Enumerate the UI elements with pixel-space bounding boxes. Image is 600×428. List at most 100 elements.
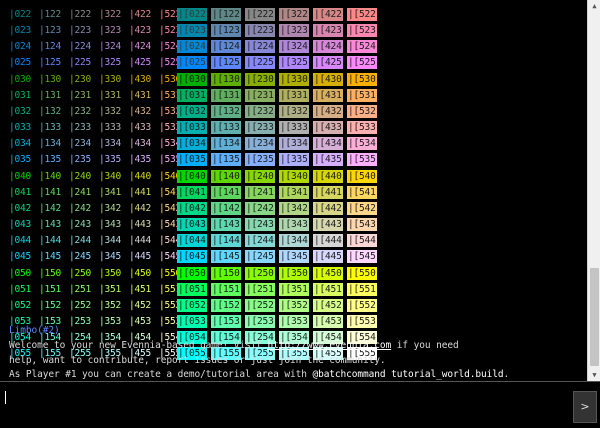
bg-color-sample: |[343 (279, 218, 309, 232)
bg-color-sample: |[225 (245, 56, 275, 70)
fg-color-sample: |033 (9, 122, 32, 134)
bg-color-sample: |[530 (347, 72, 377, 86)
bg-color-sample: |[042 (177, 201, 207, 215)
fg-color-sample: |435 (129, 154, 152, 166)
fg-color-sample: |332 (99, 105, 122, 117)
command-input[interactable] (3, 387, 574, 423)
fg-color-sample: |030 (9, 73, 32, 85)
bg-color-sample: |[133 (211, 121, 241, 135)
bg-color-sample: |[350 (279, 266, 309, 280)
bg-color-sample: |[335 (279, 153, 309, 167)
fg-color-sample: |451 (129, 283, 152, 295)
bg-color-sample: |[442 (313, 201, 343, 215)
fg-color-sample: |024 (9, 41, 32, 53)
bg-color-sample: |[443 (313, 218, 343, 232)
bg-color-sample: |[344 (279, 234, 309, 248)
bg-color-sample: |[235 (245, 153, 275, 167)
fg-color-sample: |123 (39, 25, 62, 37)
fg-color-sample: |430 (129, 73, 152, 85)
fg-color-sample: |141 (39, 186, 62, 198)
bg-color-sample: |[051 (177, 282, 207, 296)
fg-color-sample: |131 (39, 89, 62, 101)
fg-color-sample: |352 (99, 299, 122, 311)
bg-color-sample: |[245 (245, 250, 275, 264)
bg-color-sample: |[040 (177, 169, 207, 183)
bg-color-sample: |[124 (211, 40, 241, 54)
terminal-output: |022 |122 |222 |322 |422 |522 |[022 |[122 |[222 |… (0, 0, 586, 381)
fg-color-sample: |244 (69, 235, 92, 247)
bg-color-sample: |[340 (279, 169, 309, 183)
bg-color-sample: |[435 (313, 153, 343, 167)
scroll-up-icon[interactable]: ▲ (588, 0, 600, 12)
fg-color-sample: |351 (99, 283, 122, 295)
fg-color-sample: |052 (9, 299, 32, 311)
scroll-down-icon[interactable]: ▼ (588, 369, 600, 381)
fg-color-sample: |251 (69, 283, 92, 295)
fg-color-sample: |140 (39, 170, 62, 182)
fg-color-sample: |243 (69, 219, 92, 231)
fg-color-sample: |340 (99, 170, 122, 182)
fg-color-sample: |222 (69, 9, 92, 20)
fg-color-sample: |324 (99, 41, 122, 53)
bg-color-sample: |[450 (313, 266, 343, 280)
fg-color-sample: |023 (9, 25, 32, 37)
evennia-link[interactable]: http://www.evennia.com (268, 340, 392, 351)
bg-color-sample: |[244 (245, 234, 275, 248)
fg-color-sample: |235 (69, 154, 92, 166)
welcome-text-tail: if you need (391, 340, 459, 351)
fg-color-sample: |453 (129, 315, 152, 327)
bg-color-sample: |[523 (347, 24, 377, 38)
bg-color-sample: |[434 (313, 137, 343, 151)
fg-color-sample: |333 (99, 122, 122, 134)
fg-color-sample: |152 (39, 299, 62, 311)
send-button[interactable]: > (573, 391, 597, 423)
output-scrollbar[interactable]: ▲ ▼ (587, 0, 600, 381)
fg-color-sample: |231 (69, 89, 92, 101)
bg-color-sample: |[545 (347, 250, 377, 264)
bg-color-sample: |[030 (177, 72, 207, 86)
bg-color-sample: |[432 (313, 104, 343, 118)
bg-color-sample: |[550 (347, 266, 377, 280)
bg-color-sample: |[045 (177, 250, 207, 264)
fg-color-sample: |252 (69, 299, 92, 311)
bg-color-sample: |[142 (211, 201, 241, 215)
fg-color-sample: |124 (39, 41, 62, 53)
fg-color-sample: |142 (39, 202, 62, 214)
bg-color-sample: |[553 (347, 314, 377, 328)
bg-color-sample: |[135 (211, 153, 241, 167)
fg-color-sample: |223 (69, 25, 92, 37)
bg-color-sample: |[150 (211, 266, 241, 280)
fg-color-sample: |330 (99, 73, 122, 85)
bg-color-sample: |[050 (177, 266, 207, 280)
bg-color-sample: |[141 (211, 185, 241, 199)
bg-color-sample: |[224 (245, 40, 275, 54)
bg-color-sample: |[251 (245, 282, 275, 296)
bg-color-sample: |[342 (279, 201, 309, 215)
fg-color-sample: |331 (99, 89, 122, 101)
bg-color-sample: |[424 (313, 40, 343, 54)
bg-color-sample: |[531 (347, 88, 377, 102)
fg-color-sample: |043 (9, 219, 32, 231)
fg-color-sample: |144 (39, 235, 62, 247)
bg-color-sample: |[233 (245, 121, 275, 135)
bg-color-sample: |[131 (211, 88, 241, 102)
bg-color-sample: |[334 (279, 137, 309, 151)
scrollbar-thumb[interactable] (590, 268, 599, 366)
bg-color-sample: |[444 (313, 234, 343, 248)
fg-color-sample: |424 (129, 41, 152, 53)
fg-color-sample: |240 (69, 170, 92, 182)
bg-color-sample: |[522 (347, 8, 377, 21)
fg-color-sample: |232 (69, 105, 92, 117)
bg-color-sample: |[240 (245, 169, 275, 183)
bg-color-sample: |[542 (347, 201, 377, 215)
fg-color-sample: |345 (99, 251, 122, 263)
bg-color-sample: |[425 (313, 56, 343, 70)
fg-color-sample: |233 (69, 122, 92, 134)
bg-color-sample: |[053 (177, 314, 207, 328)
fg-color-sample: |322 (99, 9, 122, 20)
fg-color-sample: |440 (129, 170, 152, 182)
fg-color-sample: |045 (9, 251, 32, 263)
welcome-text: Welcome to your new Evennia-based game! … (9, 340, 268, 351)
bg-color-sample: |[451 (313, 282, 343, 296)
bg-color-sample: |[452 (313, 298, 343, 312)
